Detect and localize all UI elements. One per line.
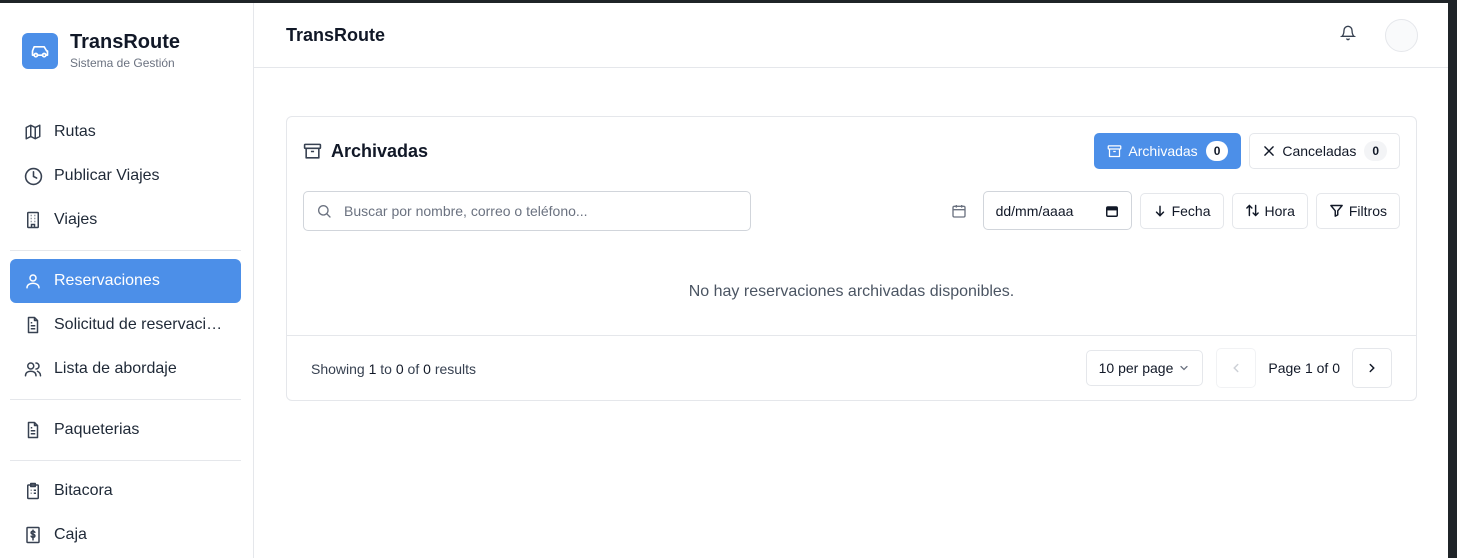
arrows-up-down-icon bbox=[1245, 203, 1260, 218]
button-label: Filtros bbox=[1348, 202, 1387, 219]
file-icon bbox=[23, 420, 43, 440]
topbar: TransRoute bbox=[254, 3, 1448, 68]
count-badge: 0 bbox=[1205, 141, 1229, 161]
bell-icon[interactable] bbox=[1339, 25, 1358, 43]
app-window: TransRoute Sistema de Gestión Rutas Publ… bbox=[0, 3, 1448, 558]
search-input[interactable] bbox=[344, 203, 724, 219]
divider bbox=[10, 460, 241, 461]
archive-icon bbox=[303, 142, 322, 161]
avatar[interactable] bbox=[1385, 19, 1418, 52]
calendar-icon bbox=[951, 203, 967, 219]
sidebar-item-rutas[interactable]: Rutas bbox=[10, 110, 241, 154]
close-icon bbox=[1262, 144, 1276, 158]
card-header: Archivadas bbox=[303, 141, 428, 162]
per-page-label: 10 per page bbox=[1098, 360, 1174, 376]
filter-bar: dd/mm/aaaa Fecha Hora Filtros bbox=[951, 191, 1400, 230]
sidebar-item-label: Bitacora bbox=[54, 482, 113, 499]
next-page-button[interactable] bbox=[1352, 348, 1392, 388]
sidebar-item-label: Reservaciones bbox=[54, 272, 160, 289]
search-icon bbox=[316, 203, 332, 219]
users-icon bbox=[23, 359, 43, 379]
clipboard-icon bbox=[23, 481, 43, 501]
empty-state-message: No hay reservaciones archivadas disponib… bbox=[688, 283, 1015, 300]
summary-to: 0 bbox=[395, 360, 404, 377]
tab-archivadas[interactable]: Archivadas 0 bbox=[1094, 133, 1242, 169]
user-icon bbox=[23, 271, 43, 291]
summary-from: 1 bbox=[368, 360, 377, 377]
brand[interactable]: TransRoute Sistema de Gestión bbox=[22, 31, 180, 71]
sidebar-item-label: Paqueterias bbox=[54, 421, 140, 438]
sidebar-item-solicitud[interactable]: Solicitud de reservaciones bbox=[10, 303, 241, 347]
sidebar-item-bitacora[interactable]: Bitacora bbox=[10, 469, 241, 513]
chevron-down-icon bbox=[1178, 362, 1190, 374]
brand-subtitle: Sistema de Gestión bbox=[70, 56, 175, 70]
tab-label: Archivadas bbox=[1128, 143, 1198, 159]
per-page-select[interactable]: 10 per page bbox=[1085, 350, 1204, 386]
sort-hora-button[interactable]: Hora bbox=[1231, 192, 1308, 229]
building-icon bbox=[23, 210, 43, 230]
sidebar-item-label: Caja bbox=[54, 526, 87, 543]
page-indicator: Page 1 of 0 bbox=[1268, 360, 1340, 376]
clock-icon bbox=[23, 166, 43, 186]
divider bbox=[10, 250, 241, 251]
arrow-down-icon bbox=[1153, 204, 1167, 218]
map-icon bbox=[23, 122, 43, 142]
summary-results-word: results bbox=[434, 360, 477, 377]
sidebar-item-label: Solicitud de reservaciones bbox=[54, 316, 229, 333]
pagination: 10 per page Page 1 of 0 bbox=[1085, 348, 1392, 388]
file-icon bbox=[23, 315, 43, 335]
summary-prefix: Showing bbox=[311, 360, 365, 377]
summary-total: 0 bbox=[423, 360, 431, 377]
sidebar-item-label: Publicar Viajes bbox=[54, 167, 160, 184]
sidebar-nav: Rutas Publicar Viajes Viajes Reservacion bbox=[10, 110, 241, 557]
prev-page-button[interactable] bbox=[1216, 348, 1257, 388]
count-badge: 0 bbox=[1364, 141, 1387, 161]
search-field[interactable] bbox=[303, 191, 751, 231]
sidebar-item-label: Lista de abordaje bbox=[54, 360, 177, 377]
brand-title: TransRoute bbox=[70, 31, 181, 53]
sort-fecha-button[interactable]: Fecha bbox=[1139, 192, 1224, 229]
archived-card: Archivadas Archivadas 0 Canceladas 0 Bus… bbox=[286, 116, 1417, 401]
calendar-picker-icon[interactable] bbox=[1105, 204, 1119, 218]
status-tabs: Archivadas 0 Canceladas 0 bbox=[1094, 133, 1400, 169]
button-label: Fecha bbox=[1171, 202, 1211, 219]
filter-icon bbox=[1329, 203, 1344, 218]
sidebar: TransRoute Sistema de Gestión Rutas Publ… bbox=[0, 3, 254, 558]
dollar-icon bbox=[23, 525, 43, 545]
sidebar-item-label: Rutas bbox=[54, 123, 96, 140]
date-input[interactable]: dd/mm/aaaa bbox=[982, 191, 1132, 230]
sidebar-item-viajes[interactable]: Viajes bbox=[10, 198, 241, 242]
sidebar-item-reservaciones[interactable]: Reservaciones bbox=[10, 259, 241, 303]
archive-icon bbox=[1107, 144, 1122, 159]
car-icon bbox=[22, 33, 58, 69]
divider bbox=[10, 399, 241, 400]
sidebar-item-caja[interactable]: Caja bbox=[10, 513, 241, 557]
button-label: Hora bbox=[1264, 202, 1295, 219]
summary-to-word: to bbox=[380, 360, 392, 377]
sidebar-item-publicar-viajes[interactable]: Publicar Viajes bbox=[10, 154, 241, 198]
tab-label: Canceladas bbox=[1282, 143, 1357, 159]
page-title: TransRoute bbox=[286, 24, 386, 45]
filters-button[interactable]: Filtros bbox=[1315, 192, 1400, 229]
card-title: Archivadas bbox=[331, 141, 429, 161]
summary-of-word: of bbox=[407, 360, 420, 377]
sidebar-item-label: Viajes bbox=[54, 211, 98, 228]
sidebar-item-lista-abordaje[interactable]: Lista de abordaje bbox=[10, 347, 241, 391]
chevron-right-icon bbox=[1365, 361, 1379, 375]
tab-canceladas[interactable]: Canceladas 0 bbox=[1249, 133, 1400, 169]
card-footer: Showing 1 to 0 of 0 results 10 per page bbox=[287, 335, 1416, 401]
main-content: TransRoute Archivadas Archivadas 0 Cance… bbox=[254, 3, 1448, 558]
date-placeholder: dd/mm/aaaa bbox=[995, 202, 1074, 219]
results-summary: Showing 1 to 0 of 0 results bbox=[311, 361, 476, 377]
chevron-left-icon bbox=[1229, 361, 1243, 375]
sidebar-item-paqueterias[interactable]: Paqueterias bbox=[10, 408, 241, 452]
